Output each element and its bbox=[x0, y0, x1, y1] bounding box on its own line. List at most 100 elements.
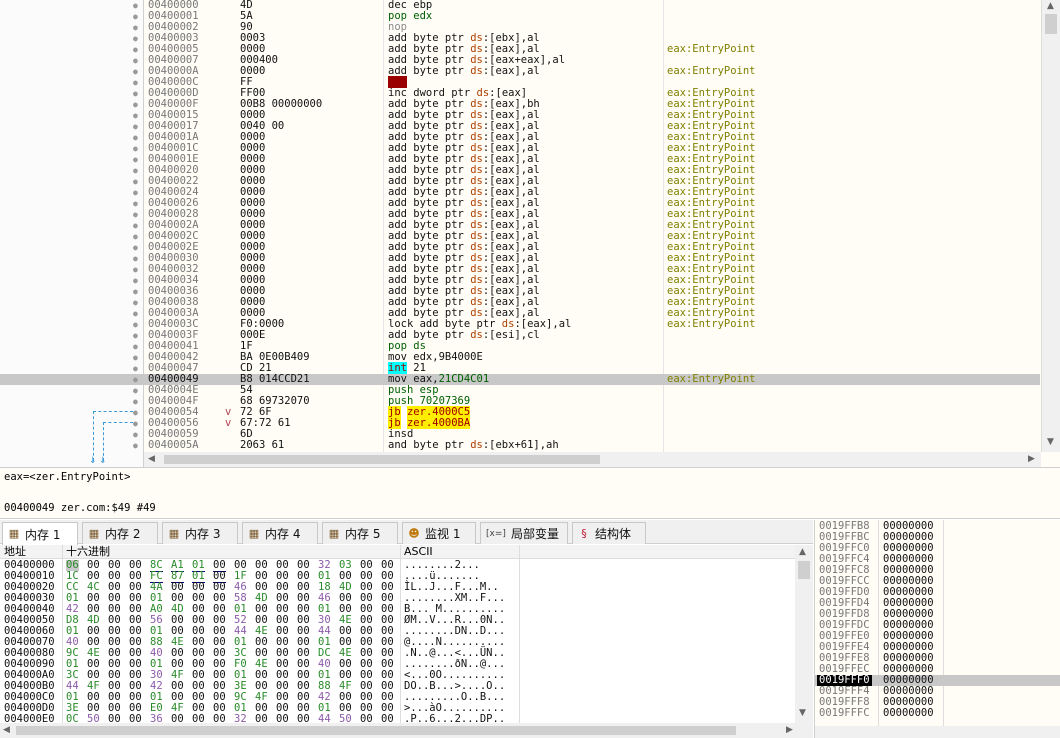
scrollbar-thumb[interactable] bbox=[798, 561, 810, 579]
breakpoint-dot-icon[interactable]: ● bbox=[133, 407, 138, 418]
instruction-token: 21CD4C01 bbox=[438, 373, 490, 385]
memory-dump-view[interactable]: 地址 十六进制 ASCII 00400000 06 00 00 00 8C A1 01 00 00… bbox=[0, 545, 813, 738]
breakpoint-dot-icon[interactable]: ● bbox=[133, 198, 138, 209]
breakpoint-dot-icon[interactable]: ● bbox=[133, 66, 138, 77]
breakpoint-dot-icon[interactable]: ● bbox=[133, 429, 138, 440]
breakpoint-dot-icon[interactable]: ● bbox=[133, 154, 138, 165]
tab-5[interactable]: ▦ 内存 5 bbox=[322, 522, 398, 544]
dump-horizontal-scrollbar[interactable]: ◀ ▶ bbox=[0, 723, 813, 738]
breakpoint-dot-icon[interactable]: ● bbox=[133, 418, 138, 429]
breakpoint-dot-icon[interactable]: ● bbox=[133, 0, 138, 11]
breakpoint-dot-icon[interactable]: ● bbox=[133, 88, 138, 99]
breakpoint-dot-icon[interactable]: ● bbox=[133, 132, 138, 143]
header-address: 地址 bbox=[4, 545, 26, 558]
scroll-down-icon[interactable]: ▼ bbox=[799, 708, 806, 718]
breakpoint-dot-icon[interactable]: ● bbox=[133, 319, 138, 330]
disassembly-row[interactable]: ● 0040005A 2063 61 and byte ptr ds:[ebx+61]… bbox=[0, 440, 1040, 451]
breakpoint-dot-icon[interactable]: ● bbox=[133, 33, 138, 44]
row-instruction: add byte ptr ds:[eax],al bbox=[388, 66, 540, 77]
tab-1[interactable]: ▦ 内存 1 bbox=[2, 522, 78, 545]
jump-line bbox=[103, 422, 133, 423]
scroll-right-icon[interactable]: ▶ bbox=[1028, 454, 1035, 464]
row-comment: eax:EntryPoint bbox=[667, 373, 756, 385]
disassembly-view[interactable]: ● 00400000 4D dec ebp ● 00400001 5A pop edx ● 004… bbox=[0, 0, 1060, 467]
instruction-token: zer.4000BA bbox=[406, 417, 471, 429]
breakpoint-dot-icon[interactable]: ● bbox=[133, 440, 138, 451]
breakpoint-dot-icon[interactable]: ● bbox=[133, 77, 138, 88]
breakpoint-dot-icon[interactable]: ● bbox=[133, 176, 138, 187]
watch-icon: ☻ bbox=[408, 526, 420, 540]
breakpoint-dot-icon[interactable]: ● bbox=[133, 143, 138, 154]
breakpoint-dot-icon[interactable]: ● bbox=[133, 121, 138, 132]
struct-icon: § bbox=[581, 526, 587, 540]
locals-icon: [x=] bbox=[486, 528, 506, 539]
memory-icon: ▦ bbox=[248, 526, 260, 540]
breakpoint-dot-icon[interactable]: ● bbox=[133, 396, 138, 407]
tab-6[interactable]: ☻ 监视 1 bbox=[402, 522, 476, 544]
instruction-token: ds bbox=[470, 439, 483, 451]
breakpoint-dot-icon[interactable]: ● bbox=[133, 385, 138, 396]
scroll-right-icon[interactable]: ▶ bbox=[786, 725, 793, 735]
breakpoint-dot-icon[interactable]: ● bbox=[133, 374, 138, 385]
instruction-token: and byte ptr bbox=[388, 439, 471, 451]
dump-vertical-scrollbar[interactable]: ▲ ▼ bbox=[795, 545, 813, 723]
tab-2[interactable]: ▦ 内存 2 bbox=[82, 522, 158, 544]
info-line-1: eax=<zer.EntryPoint> bbox=[4, 471, 131, 483]
breakpoint-dot-icon[interactable]: ● bbox=[133, 22, 138, 33]
tab-label: 局部变量 bbox=[511, 527, 560, 541]
stack-value: 00000000 bbox=[883, 707, 934, 719]
breakpoint-dot-icon[interactable]: ● bbox=[133, 330, 138, 341]
breakpoint-dot-icon[interactable]: ● bbox=[133, 99, 138, 110]
breakpoint-dot-icon[interactable]: ● bbox=[133, 231, 138, 242]
breakpoint-dot-icon[interactable]: ● bbox=[133, 165, 138, 176]
memory-icon: ▦ bbox=[168, 526, 180, 540]
dump-header: 地址 十六进制 ASCII bbox=[0, 545, 795, 559]
tab-7[interactable]: [x=] 局部变量 bbox=[480, 522, 568, 544]
memory-icon: ▦ bbox=[8, 527, 20, 540]
breakpoint-dot-icon[interactable]: ● bbox=[133, 341, 138, 352]
row-instruction: and byte ptr ds:[ebx+61],ah bbox=[388, 440, 559, 451]
scrollbar-thumb[interactable] bbox=[1045, 14, 1057, 34]
breakpoint-dot-icon[interactable]: ● bbox=[133, 242, 138, 253]
breakpoint-dot-icon[interactable]: ● bbox=[133, 264, 138, 275]
tab-4[interactable]: ▦ 内存 4 bbox=[242, 522, 318, 544]
breakpoint-dot-icon[interactable]: ● bbox=[133, 275, 138, 286]
breakpoint-dot-icon[interactable]: ● bbox=[133, 253, 138, 264]
breakpoint-dot-icon[interactable]: ● bbox=[133, 44, 138, 55]
breakpoint-dot-icon[interactable]: ● bbox=[133, 308, 138, 319]
tab-label: 监视 1 bbox=[425, 527, 461, 541]
breakpoint-dot-icon[interactable]: ● bbox=[133, 286, 138, 297]
tab-8[interactable]: § 结构体 bbox=[572, 522, 646, 544]
breakpoint-dot-icon[interactable]: ● bbox=[133, 297, 138, 308]
tab-label: 内存 1 bbox=[25, 527, 61, 542]
scroll-up-icon[interactable]: ▲ bbox=[799, 547, 806, 557]
scrollbar-thumb[interactable] bbox=[16, 726, 736, 735]
breakpoint-dot-icon[interactable]: ● bbox=[133, 110, 138, 121]
tab-3[interactable]: ▦ 内存 3 bbox=[162, 522, 238, 544]
stack-address: 0019FFFC bbox=[819, 707, 870, 719]
scroll-down-icon[interactable]: ▼ bbox=[1047, 437, 1054, 447]
scroll-up-icon[interactable]: ▲ bbox=[1047, 1, 1054, 11]
breakpoint-dot-icon[interactable]: ● bbox=[133, 187, 138, 198]
breakpoint-dot-icon[interactable]: ● bbox=[133, 220, 138, 231]
breakpoint-dot-icon[interactable]: ● bbox=[133, 363, 138, 374]
info-panel: eax=<zer.EntryPoint> 00400049 zer.com:$4… bbox=[0, 467, 1060, 519]
stack-horizontal-scrollbar[interactable] bbox=[815, 726, 1060, 738]
scroll-left-icon[interactable]: ◀ bbox=[148, 454, 155, 464]
disassembly-horizontal-scrollbar[interactable]: ◀ ▶ bbox=[144, 452, 1041, 467]
disassembly-vertical-scrollbar[interactable]: ▲ ▼ bbox=[1041, 0, 1060, 452]
breakpoint-dot-icon[interactable]: ● bbox=[133, 11, 138, 22]
header-hex: 十六进制 bbox=[66, 545, 110, 558]
breakpoint-dot-icon[interactable]: ● bbox=[133, 352, 138, 363]
scrollbar-thumb[interactable] bbox=[164, 455, 600, 464]
tab-label: 内存 2 bbox=[105, 527, 141, 541]
stack-view[interactable]: 0019FFB8 00000000 0019FFBC 00000000 0019FFC0… bbox=[814, 520, 1060, 738]
disassembly-rows[interactable]: ● 00400000 4D dec ebp ● 00400001 5A pop edx ● 004… bbox=[0, 0, 1040, 452]
scroll-left-icon[interactable]: ◀ bbox=[3, 725, 10, 735]
instruction-token: :[ebx+61],ah bbox=[482, 439, 559, 451]
row-comment: eax:EntryPoint bbox=[667, 318, 756, 330]
instruction-token: :[eax],al bbox=[482, 65, 540, 77]
breakpoint-dot-icon[interactable]: ● bbox=[133, 209, 138, 220]
breakpoint-dot-icon[interactable]: ● bbox=[133, 55, 138, 66]
stack-row[interactable]: 0019FFFC 00000000 bbox=[815, 708, 1060, 719]
